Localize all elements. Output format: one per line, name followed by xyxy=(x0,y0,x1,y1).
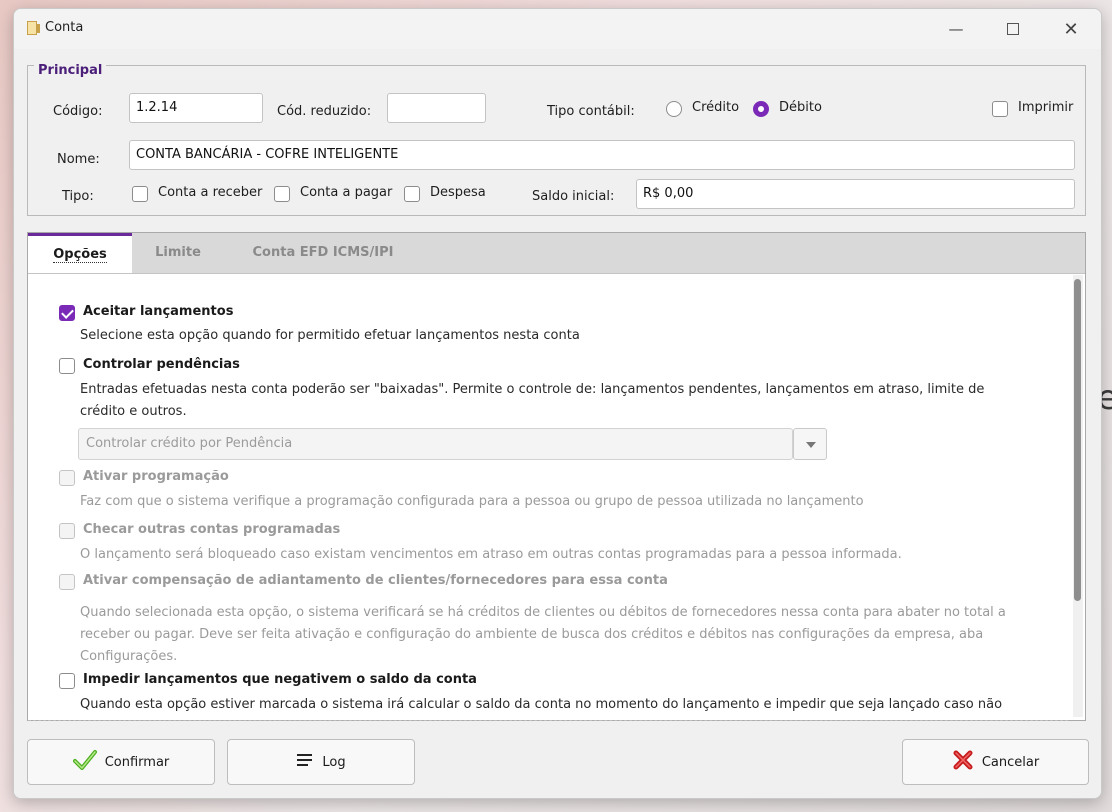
confirmar-label: Confirmar xyxy=(104,754,170,770)
nome-label: Nome: xyxy=(57,152,100,167)
tab-limite-label: Limite xyxy=(155,245,201,260)
tipo-contabil-label: Tipo contábil: xyxy=(547,104,635,119)
ativar-compensacao-checkbox[interactable] xyxy=(59,574,75,590)
scrollbar-thumb[interactable] xyxy=(1074,279,1081,601)
list-lines-icon xyxy=(296,753,314,771)
controlar-pendencias-checkbox[interactable] xyxy=(59,358,75,374)
log-button[interactable]: Log xyxy=(227,739,415,785)
close-icon: ✕ xyxy=(1063,18,1079,40)
ativar-programacao-checkbox[interactable] xyxy=(59,470,75,486)
checar-contas-checkbox[interactable] xyxy=(59,523,75,539)
red-x-icon xyxy=(952,749,974,775)
tab-limite[interactable]: Limite xyxy=(148,233,208,273)
ativar-programacao-title: Ativar programação xyxy=(83,469,229,484)
controlar-pendencias-title: Controlar pendências xyxy=(83,357,240,372)
dropdown-arrow-button[interactable] xyxy=(793,428,827,460)
conta-a-receber-checkbox[interactable] xyxy=(132,186,148,202)
tipo-label: Tipo: xyxy=(62,189,94,204)
despesa-checkbox[interactable] xyxy=(404,186,420,202)
controlar-credito-select[interactable]: Controlar crédito por Pendência xyxy=(78,428,793,460)
minimize-icon: — xyxy=(948,20,964,38)
checkmark-icon xyxy=(72,749,97,775)
ativar-compensacao-title: Ativar compensação de adiantamento de cl… xyxy=(83,573,668,588)
nome-input[interactable]: CONTA BANCÁRIA - COFRE INTELIGENTE xyxy=(129,140,1075,170)
tab-opcoes-label: Opções xyxy=(53,247,107,263)
title-bar: Conta — ✕ xyxy=(14,9,1101,49)
impedir-lancamentos-title: Impedir lançamentos que negativem o sald… xyxy=(83,672,477,687)
debito-label: Débito xyxy=(779,100,822,115)
tab-opcoes[interactable]: Opções xyxy=(28,233,132,273)
imprimir-label: Imprimir xyxy=(1018,100,1074,115)
debito-radio[interactable] xyxy=(753,101,769,117)
aceitar-lancamentos-title: Aceitar lançamentos xyxy=(83,304,234,319)
aceitar-lancamentos-desc: Selecione esta opção quando for permitid… xyxy=(80,328,580,343)
close-button[interactable]: ✕ xyxy=(1048,9,1094,49)
imprimir-checkbox[interactable] xyxy=(992,101,1008,117)
principal-legend: Principal xyxy=(34,63,107,78)
codigo-label: Código: xyxy=(53,104,103,119)
conta-a-pagar-checkbox[interactable] xyxy=(274,186,290,202)
window-title: Conta xyxy=(45,20,84,35)
panel-bottom-edge xyxy=(28,720,1068,721)
credito-label: Crédito xyxy=(692,100,740,115)
checar-contas-desc: O lançamento será bloqueado caso existam… xyxy=(80,547,902,562)
conta-a-pagar-label: Conta a pagar xyxy=(300,185,393,200)
tab-strip: Opções Limite Conta EFD ICMS/IPI xyxy=(28,233,1085,274)
log-label: Log xyxy=(322,754,346,770)
aceitar-lancamentos-checkbox[interactable] xyxy=(59,305,75,321)
dialog-body: Principal Código: 1.2.14 Cód. reduzido: … xyxy=(14,49,1101,798)
checar-contas-title: Checar outras contas programadas xyxy=(83,522,341,537)
despesa-label: Despesa xyxy=(430,185,486,200)
impedir-lancamentos-checkbox[interactable] xyxy=(59,673,75,689)
tab-conta-efd-label: Conta EFD ICMS/IPI xyxy=(252,245,394,260)
cancelar-button[interactable]: Cancelar xyxy=(902,739,1089,785)
saldo-inicial-input[interactable]: R$ 0,00 xyxy=(636,179,1075,209)
controlar-pendencias-desc: Entradas efetuadas nesta conta poderão s… xyxy=(80,382,985,419)
conta-a-receber-label: Conta a receber xyxy=(158,185,263,200)
tab-conta-efd[interactable]: Conta EFD ICMS/IPI xyxy=(248,233,398,273)
cod-reduzido-input[interactable] xyxy=(387,93,486,123)
credito-radio[interactable] xyxy=(666,101,682,117)
ativar-programacao-desc: Faz com que o sistema verifique a progra… xyxy=(80,494,864,509)
options-scrollbar[interactable] xyxy=(1073,275,1083,717)
conta-dialog: Conta — ✕ Principal Código: 1.2.14 Cód. … xyxy=(13,8,1102,799)
codigo-input[interactable]: 1.2.14 xyxy=(129,93,263,123)
confirmar-button[interactable]: Confirmar xyxy=(27,739,215,785)
cancelar-label: Cancelar xyxy=(981,754,1040,770)
impedir-lancamentos-desc: Quando esta opção estiver marcada o sist… xyxy=(80,697,1003,712)
maximize-icon xyxy=(1007,23,1019,35)
app-icon xyxy=(27,21,40,35)
tab-panel: Opções Limite Conta EFD ICMS/IPI Aceitar… xyxy=(27,232,1086,721)
minimize-button[interactable]: — xyxy=(933,9,979,49)
maximize-button[interactable] xyxy=(990,9,1036,49)
cod-reduzido-label: Cód. reduzido: xyxy=(277,104,372,119)
ativar-compensacao-desc: Quando selecionada esta opção, o sistema… xyxy=(80,605,1006,664)
saldo-inicial-label: Saldo inicial: xyxy=(532,189,615,204)
